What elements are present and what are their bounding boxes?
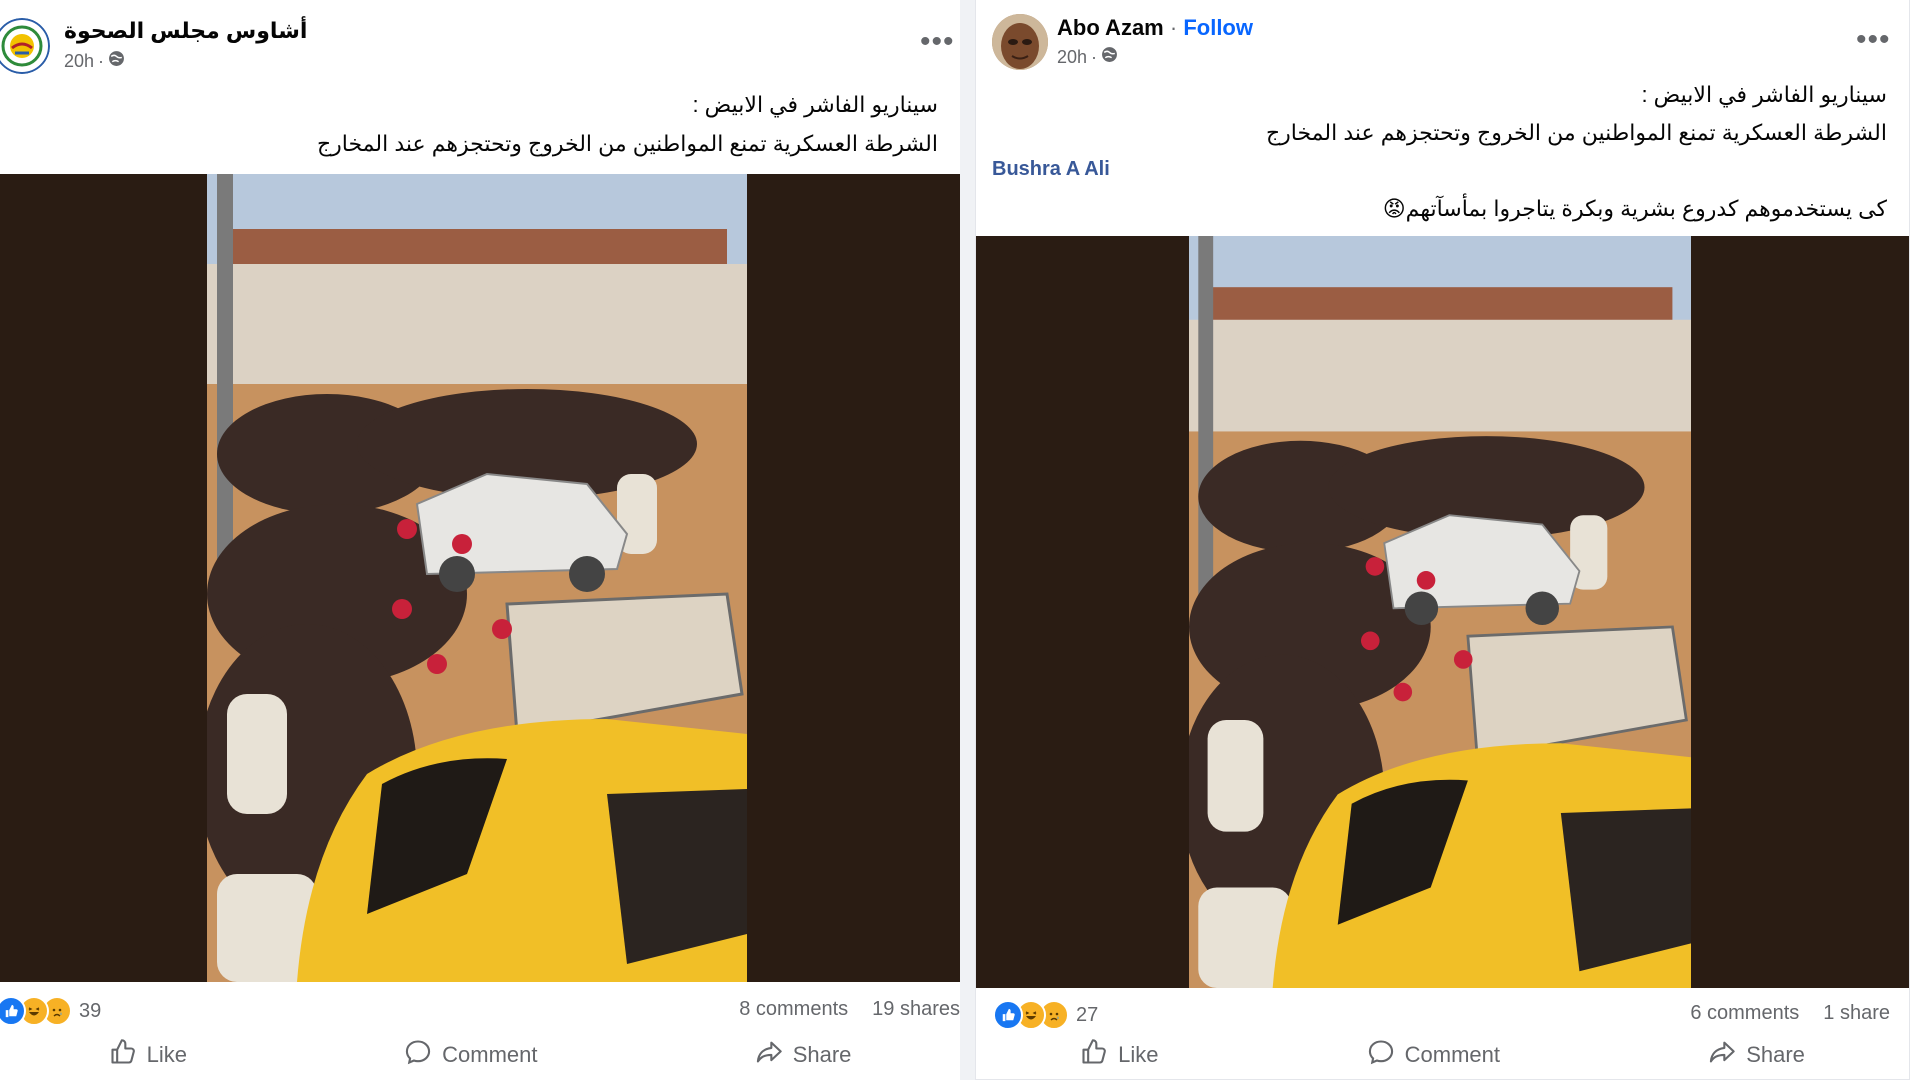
caption-line-2: الشرطة العسكرية تمنع المواطنين من الخروج…	[1265, 120, 1887, 145]
video-frame	[207, 174, 747, 982]
share-button[interactable]: Share	[755, 1038, 852, 1072]
like-thumb-icon	[109, 1038, 137, 1072]
post-video[interactable]	[976, 236, 1909, 988]
comment-line: كى يستخدموهم كدروع بشرية وبكرة يتاجروا ب…	[1382, 196, 1887, 221]
share-arrow-icon	[755, 1038, 783, 1072]
author-row: Abo Azam · Follow	[1057, 15, 1253, 41]
like-button[interactable]: Like	[109, 1038, 187, 1072]
video-frame	[1189, 236, 1691, 988]
like-thumb-icon	[1080, 1038, 1108, 1072]
comment-label: Comment	[1404, 1042, 1500, 1067]
author-separator: ·	[1169, 15, 1184, 40]
globe-icon	[1101, 46, 1118, 68]
reaction-count: 27	[1076, 1003, 1099, 1026]
post-card: Abo Azam · Follow 20h · ••• سيناريو الفا…	[975, 0, 1910, 1080]
share-label: Share	[792, 1042, 852, 1067]
comment-bubble-icon	[1367, 1038, 1395, 1072]
more-icon[interactable]: •••	[920, 27, 955, 57]
engagement-stats: 6 comments 1 share	[1690, 1002, 1890, 1025]
comment-button[interactable]: Comment	[1367, 1038, 1500, 1072]
post-time[interactable]: 20h	[64, 51, 94, 72]
post-meta: 20h ·	[1057, 46, 1118, 68]
share-button[interactable]: Share	[1708, 1038, 1805, 1072]
like-label: Like	[146, 1042, 187, 1067]
share-label: Share	[1746, 1042, 1805, 1067]
caption-line-1: سيناريو الفاشر في الابيض :	[1641, 82, 1887, 107]
author-name[interactable]: أشاوس مجلس الصحوة	[64, 18, 307, 44]
author-name[interactable]: Abo Azam	[1057, 15, 1164, 40]
post-video[interactable]	[0, 174, 960, 982]
engagement-stats: 8 comments 19 shares	[739, 998, 960, 1021]
like-label: Like	[1118, 1042, 1159, 1067]
share-count[interactable]: 19 shares	[872, 998, 960, 1021]
comment-bubble-icon	[404, 1038, 432, 1072]
reaction-count: 39	[79, 999, 102, 1022]
like-button[interactable]: Like	[1080, 1038, 1158, 1072]
share-arrow-icon	[1708, 1038, 1736, 1072]
tagged-user-link[interactable]: Bushra A Ali	[992, 158, 1110, 181]
like-reaction-icon	[0, 996, 26, 1026]
like-reaction-icon	[993, 1000, 1023, 1030]
caption-line-1: سيناريو الفاشر في الابيض :	[692, 92, 938, 117]
page-avatar[interactable]	[0, 18, 50, 74]
caption-line-2: الشرطة العسكرية تمنع المواطنين من الخروج…	[316, 131, 938, 156]
post-meta: 20h ·	[64, 50, 125, 72]
reaction-summary[interactable]: 39	[0, 996, 101, 1026]
post-time[interactable]: 20h	[1057, 47, 1087, 68]
post-card: أشاوس مجلس الصحوة 20h · ••• سيناريو الفا…	[0, 0, 960, 1080]
globe-icon	[108, 50, 125, 72]
comment-count[interactable]: 6 comments	[1690, 1002, 1799, 1025]
action-bar: Like Comment Share	[976, 1038, 1909, 1072]
comment-button[interactable]: Comment	[404, 1038, 538, 1072]
action-bar: Like Comment Share	[0, 1038, 960, 1072]
meta-separator: ·	[1091, 46, 1098, 67]
reaction-summary[interactable]: 27	[993, 1000, 1098, 1030]
comment-label: Comment	[442, 1042, 538, 1067]
share-count[interactable]: 1 share	[1823, 1002, 1890, 1025]
feed-gutter	[960, 0, 975, 1080]
user-avatar[interactable]	[992, 14, 1048, 70]
comment-count[interactable]: 8 comments	[739, 998, 848, 1021]
follow-button[interactable]: Follow	[1183, 15, 1253, 40]
meta-separator: ·	[98, 50, 105, 71]
more-icon[interactable]: •••	[1856, 25, 1891, 55]
